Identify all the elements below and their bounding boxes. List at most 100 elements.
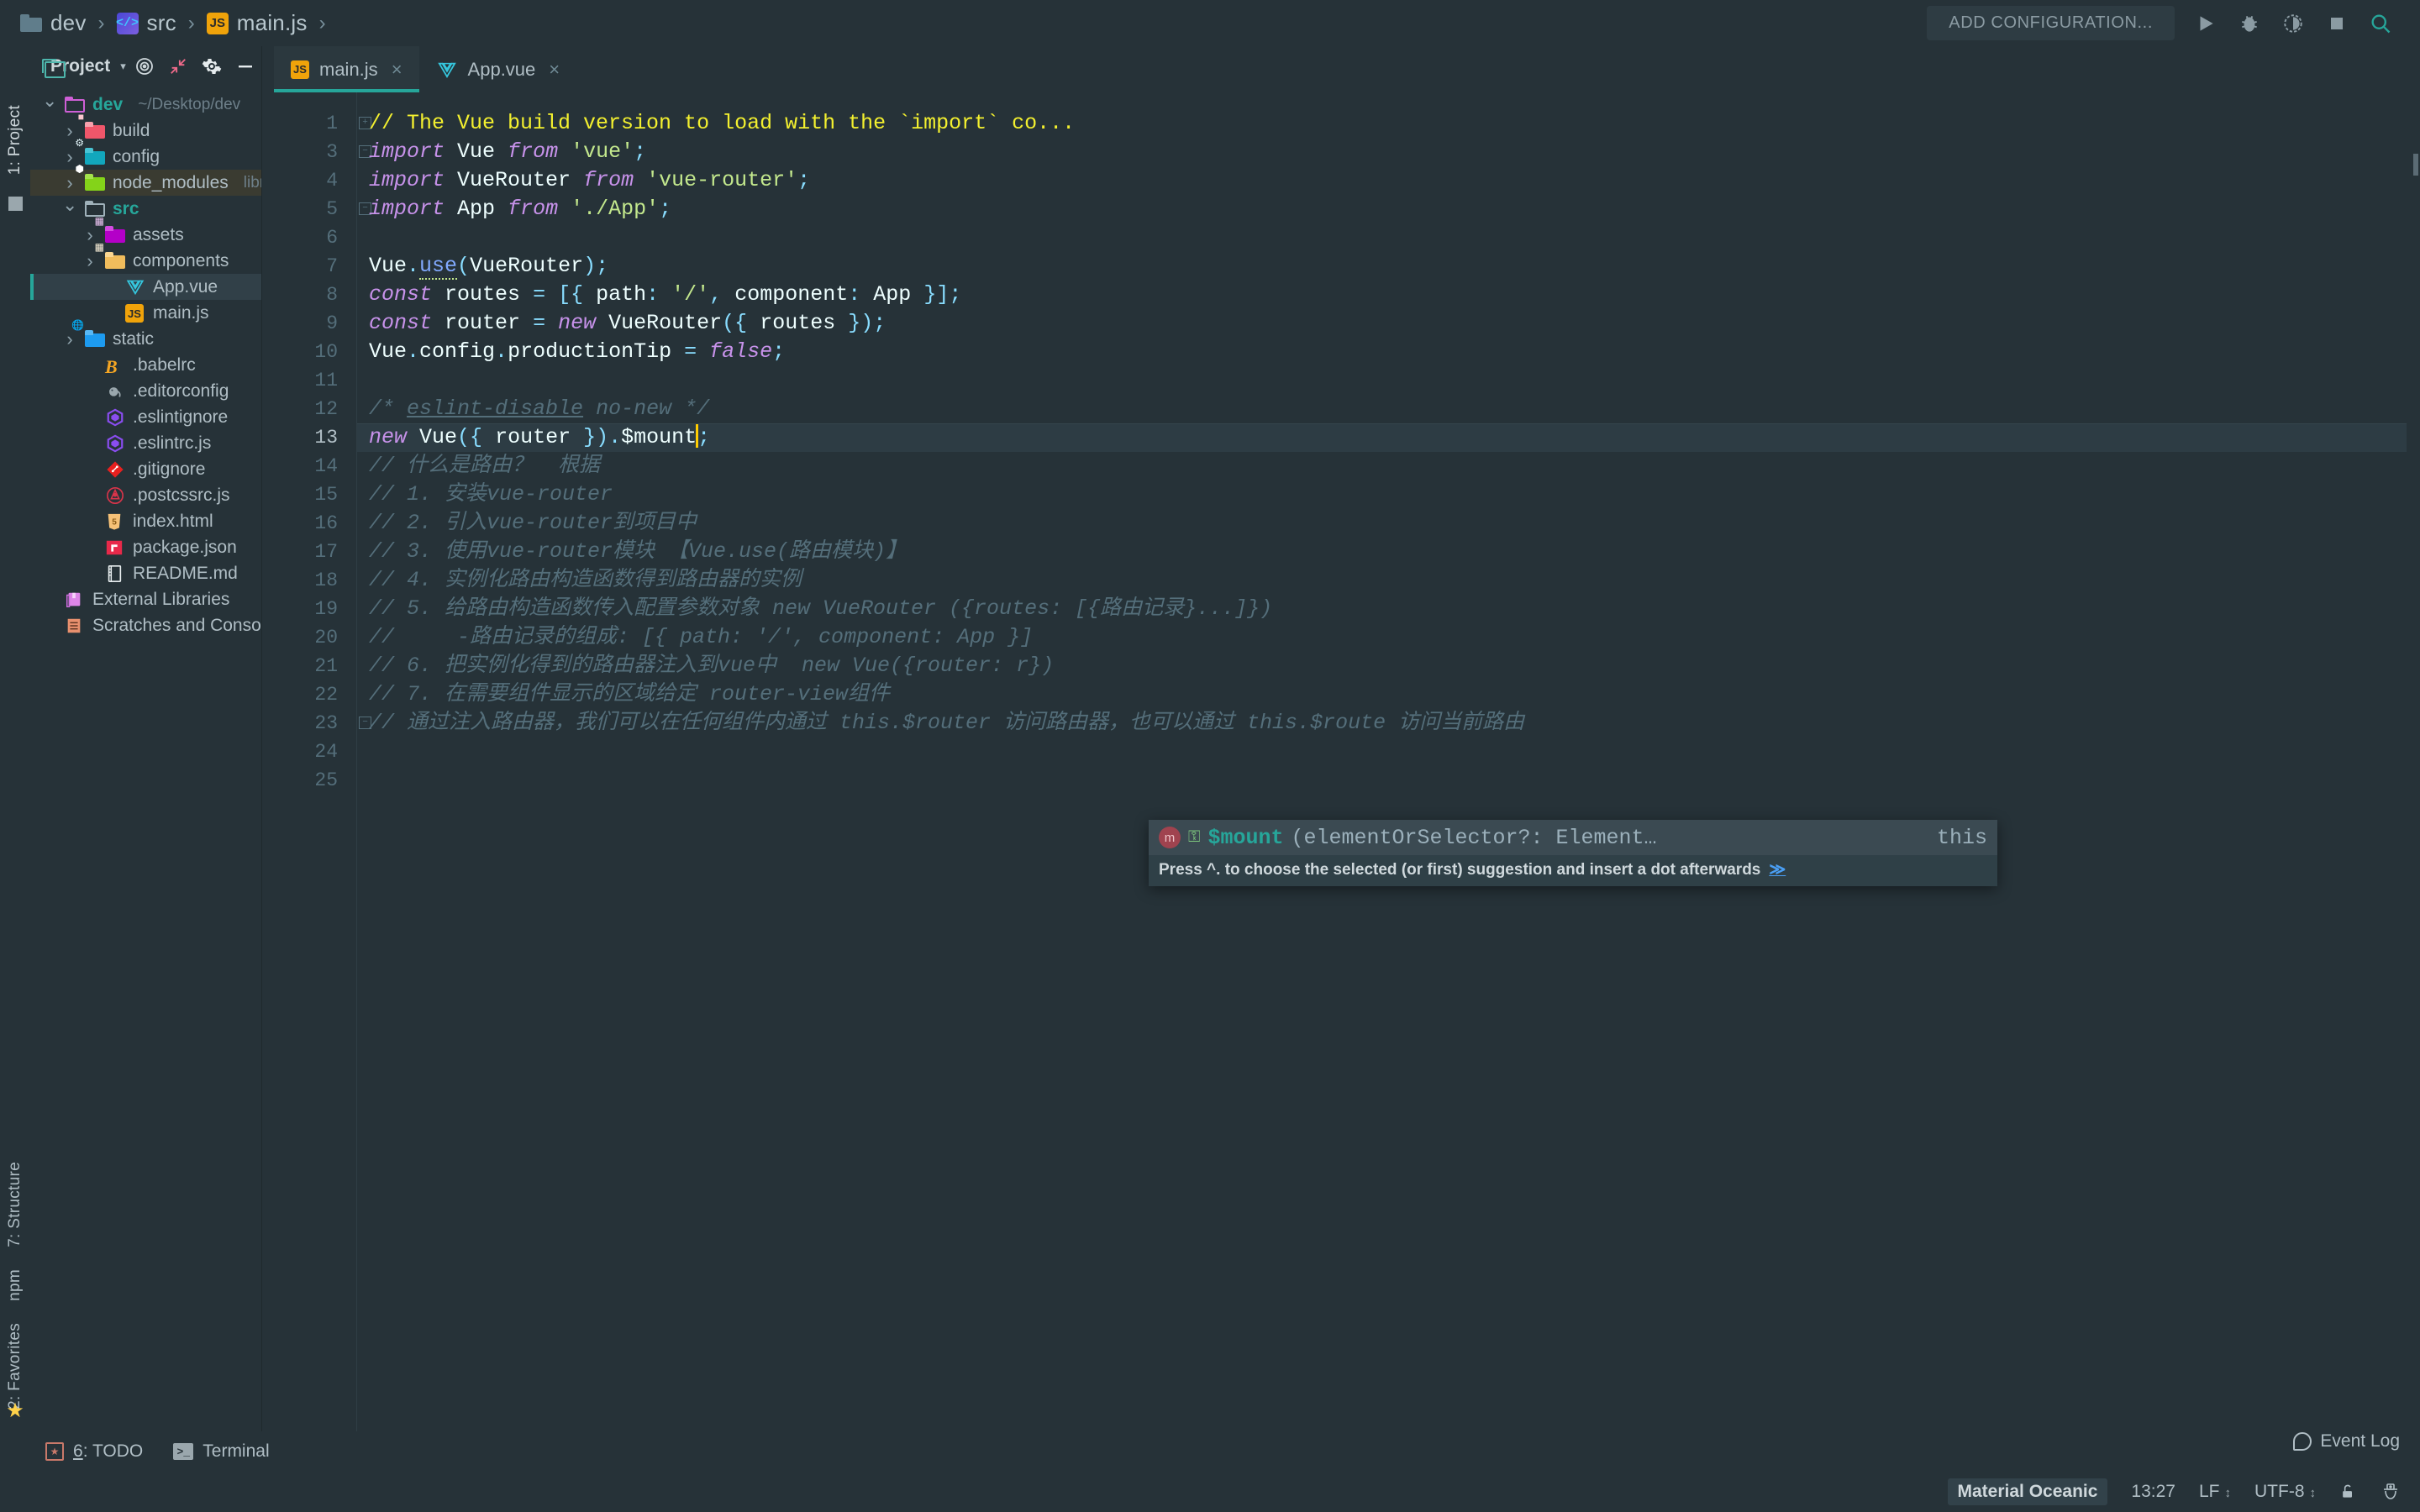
tool-window-todo[interactable]: ★ 6: TODO	[45, 1441, 143, 1462]
tab-main-js[interactable]: JS main.js ×	[274, 46, 419, 92]
code-line[interactable]	[357, 738, 2407, 766]
line-number[interactable]: 20	[262, 623, 356, 652]
unlocked-icon[interactable]	[2339, 1483, 2356, 1501]
breadcrumb-item-dev[interactable]: dev	[15, 10, 92, 36]
chevron-right-icon[interactable]	[82, 250, 97, 272]
autocomplete-hint-link[interactable]: ≫	[1769, 860, 1786, 879]
code-line[interactable]: // 通过注入路由器，我们可以在任何组件内通过 this.$router 访问路…	[357, 709, 2407, 738]
favorites-star-icon[interactable]: ★	[6, 1399, 24, 1423]
tab-app-vue[interactable]: App.vue ×	[419, 46, 577, 92]
code-line[interactable]: const router = new VueRouter({ routes })…	[357, 309, 2407, 338]
status-caret-position[interactable]: 13:27	[2131, 1482, 2175, 1502]
chevron-down-icon[interactable]	[42, 94, 57, 116]
event-log-button[interactable]: Event Log	[2293, 1431, 2400, 1452]
breadcrumb-item-src[interactable]: </> src	[112, 10, 182, 36]
code-line[interactable]	[357, 366, 2407, 395]
code-line[interactable]: Vue.config.productionTip = false;	[357, 338, 2407, 366]
code-line[interactable]: const routes = [{ path: '/', component: …	[357, 281, 2407, 309]
stop-icon[interactable]	[2324, 11, 2349, 36]
code-line[interactable]: // 4. 实例化路由构造函数得到路由器的实例	[357, 566, 2407, 595]
line-number[interactable]: 5−	[262, 195, 371, 223]
code-line[interactable]: // 7. 在需要组件显示的区域给定 router-view组件	[357, 680, 2407, 709]
tree-item-main-js[interactable]: JS main.js	[30, 300, 261, 326]
code-line[interactable]	[357, 766, 2407, 795]
project-tree[interactable]: dev ~/Desktop/dev ■ build ⚙ config ⬢ node_modul…	[30, 87, 261, 1431]
code-line[interactable]: import App from './App';	[357, 195, 2407, 223]
tree-item-config[interactable]: ⚙ config	[30, 138, 261, 170]
run-icon[interactable]	[2193, 11, 2218, 36]
tree-item--editorconfig[interactable]: .editorconfig	[30, 378, 261, 404]
code-line[interactable]: // The Vue build version to load with th…	[357, 109, 2407, 138]
add-configuration-button[interactable]: ADD CONFIGURATION...	[1927, 6, 2175, 40]
code-line[interactable]: import Vue from 'vue';	[357, 138, 2407, 166]
line-number[interactable]: 4	[262, 166, 356, 195]
tree-item-external-libraries[interactable]: External Libraries	[30, 586, 261, 612]
line-number[interactable]: 17	[262, 538, 356, 566]
line-number[interactable]: 15	[262, 480, 356, 509]
code-line[interactable]: // 2. 引入vue-router到项目中	[357, 509, 2407, 538]
tree-item-components[interactable]: ▦ components	[30, 242, 261, 274]
tree-item-dev[interactable]: dev ~/Desktop/dev	[30, 92, 261, 118]
line-number[interactable]: 1 +	[262, 109, 371, 138]
line-number[interactable]: 7	[262, 252, 356, 281]
editor-tabs[interactable]: JS main.js × App.vue ×	[262, 46, 2407, 92]
line-number[interactable]: 8	[262, 281, 356, 309]
line-number[interactable]: 11	[262, 366, 356, 395]
close-icon[interactable]: ×	[392, 59, 402, 81]
status-encoding[interactable]: UTF-8 ↕	[2254, 1482, 2316, 1502]
line-number[interactable]: 22	[262, 680, 356, 709]
chevron-right-icon[interactable]	[62, 328, 77, 350]
line-number[interactable]: 21	[262, 652, 356, 680]
tool-window-icon[interactable]	[8, 197, 23, 212]
tree-item-readme-md[interactable]: README.md	[30, 560, 261, 586]
chevron-down-icon[interactable]: ▾	[120, 60, 126, 73]
tree-item--babelrc[interactable]: B .babelrc	[30, 352, 261, 378]
tree-item-assets[interactable]: ▦ assets	[30, 216, 261, 248]
tree-item-static[interactable]: 🌐 static	[30, 320, 261, 352]
tree-item-node-modules[interactable]: ⬢ node_modules library root	[30, 164, 261, 196]
tree-item-src[interactable]: src	[30, 196, 261, 222]
sidebar-tab-project[interactable]: 1: Project	[6, 105, 24, 175]
line-number[interactable]: 3−	[262, 138, 371, 166]
code-line[interactable]: Vue.use(VueRouter);	[357, 252, 2407, 281]
tree-item--postcssrc-js[interactable]: .postcssrc.js	[30, 482, 261, 508]
close-icon[interactable]: ×	[549, 59, 560, 81]
settings-gear-icon[interactable]	[202, 56, 222, 76]
run-with-coverage-icon[interactable]	[2281, 11, 2306, 36]
tree-item-package-json[interactable]: package.json	[30, 534, 261, 560]
code-line[interactable]	[357, 223, 2407, 252]
code-content[interactable]: // The Vue build version to load with th…	[356, 92, 2407, 1431]
status-theme[interactable]: Material Oceanic	[1947, 1478, 2108, 1505]
code-line[interactable]: import VueRouter from 'vue-router';	[357, 166, 2407, 195]
collapse-all-icon[interactable]	[168, 56, 188, 76]
code-line[interactable]: // -路由记录的组成: [{ path: '/', component: Ap…	[357, 623, 2407, 652]
line-number[interactable]: 24	[262, 738, 356, 766]
status-line-separator[interactable]: LF ↕	[2199, 1482, 2231, 1502]
breadcrumb-item-mainjs[interactable]: JS main.js	[202, 10, 313, 36]
tree-item-scratches-and-consoles[interactable]: Scratches and Consoles	[30, 612, 261, 638]
editor-scrollbar[interactable]	[2407, 46, 2420, 1431]
line-number[interactable]: 23−	[262, 709, 371, 738]
line-number[interactable]: 19	[262, 595, 356, 623]
hide-panel-icon[interactable]	[235, 56, 255, 76]
code-line[interactable]: // 6. 把实例化得到的路由器注入到vue中 new Vue({router:…	[357, 652, 2407, 680]
debug-bug-icon[interactable]	[2237, 11, 2262, 36]
code-line[interactable]: // 什么是路由？ 根据	[357, 452, 2407, 480]
tree-item-build[interactable]: ■ build	[30, 112, 261, 144]
inspector-hat-icon[interactable]	[2380, 1482, 2402, 1502]
sidebar-tab-npm[interactable]: npm	[6, 1269, 24, 1301]
chevron-down-icon[interactable]	[62, 198, 77, 220]
line-number[interactable]: 16	[262, 509, 356, 538]
search-icon[interactable]	[2368, 11, 2393, 36]
tool-window-terminal[interactable]: >_ Terminal	[173, 1441, 270, 1462]
autocomplete-popup[interactable]: m ⚿ $mount (elementOrSelector?: Element……	[1149, 820, 1997, 886]
tree-item-app-vue[interactable]: App.vue	[30, 274, 261, 300]
chevron-right-icon[interactable]	[62, 172, 77, 194]
autocomplete-item[interactable]: m ⚿ $mount (elementOrSelector?: Element……	[1149, 820, 1997, 855]
code-line[interactable]: // 5. 给路由构造函数传入配置参数对象 new VueRouter ({ro…	[357, 595, 2407, 623]
line-number[interactable]: 9	[262, 309, 356, 338]
tree-item--gitignore[interactable]: .gitignore	[30, 456, 261, 482]
sidebar-tab-favorites[interactable]: 2: Favorites	[6, 1323, 24, 1410]
line-number[interactable]: 18	[262, 566, 356, 595]
tree-item--eslintignore[interactable]: .eslintignore	[30, 404, 261, 430]
